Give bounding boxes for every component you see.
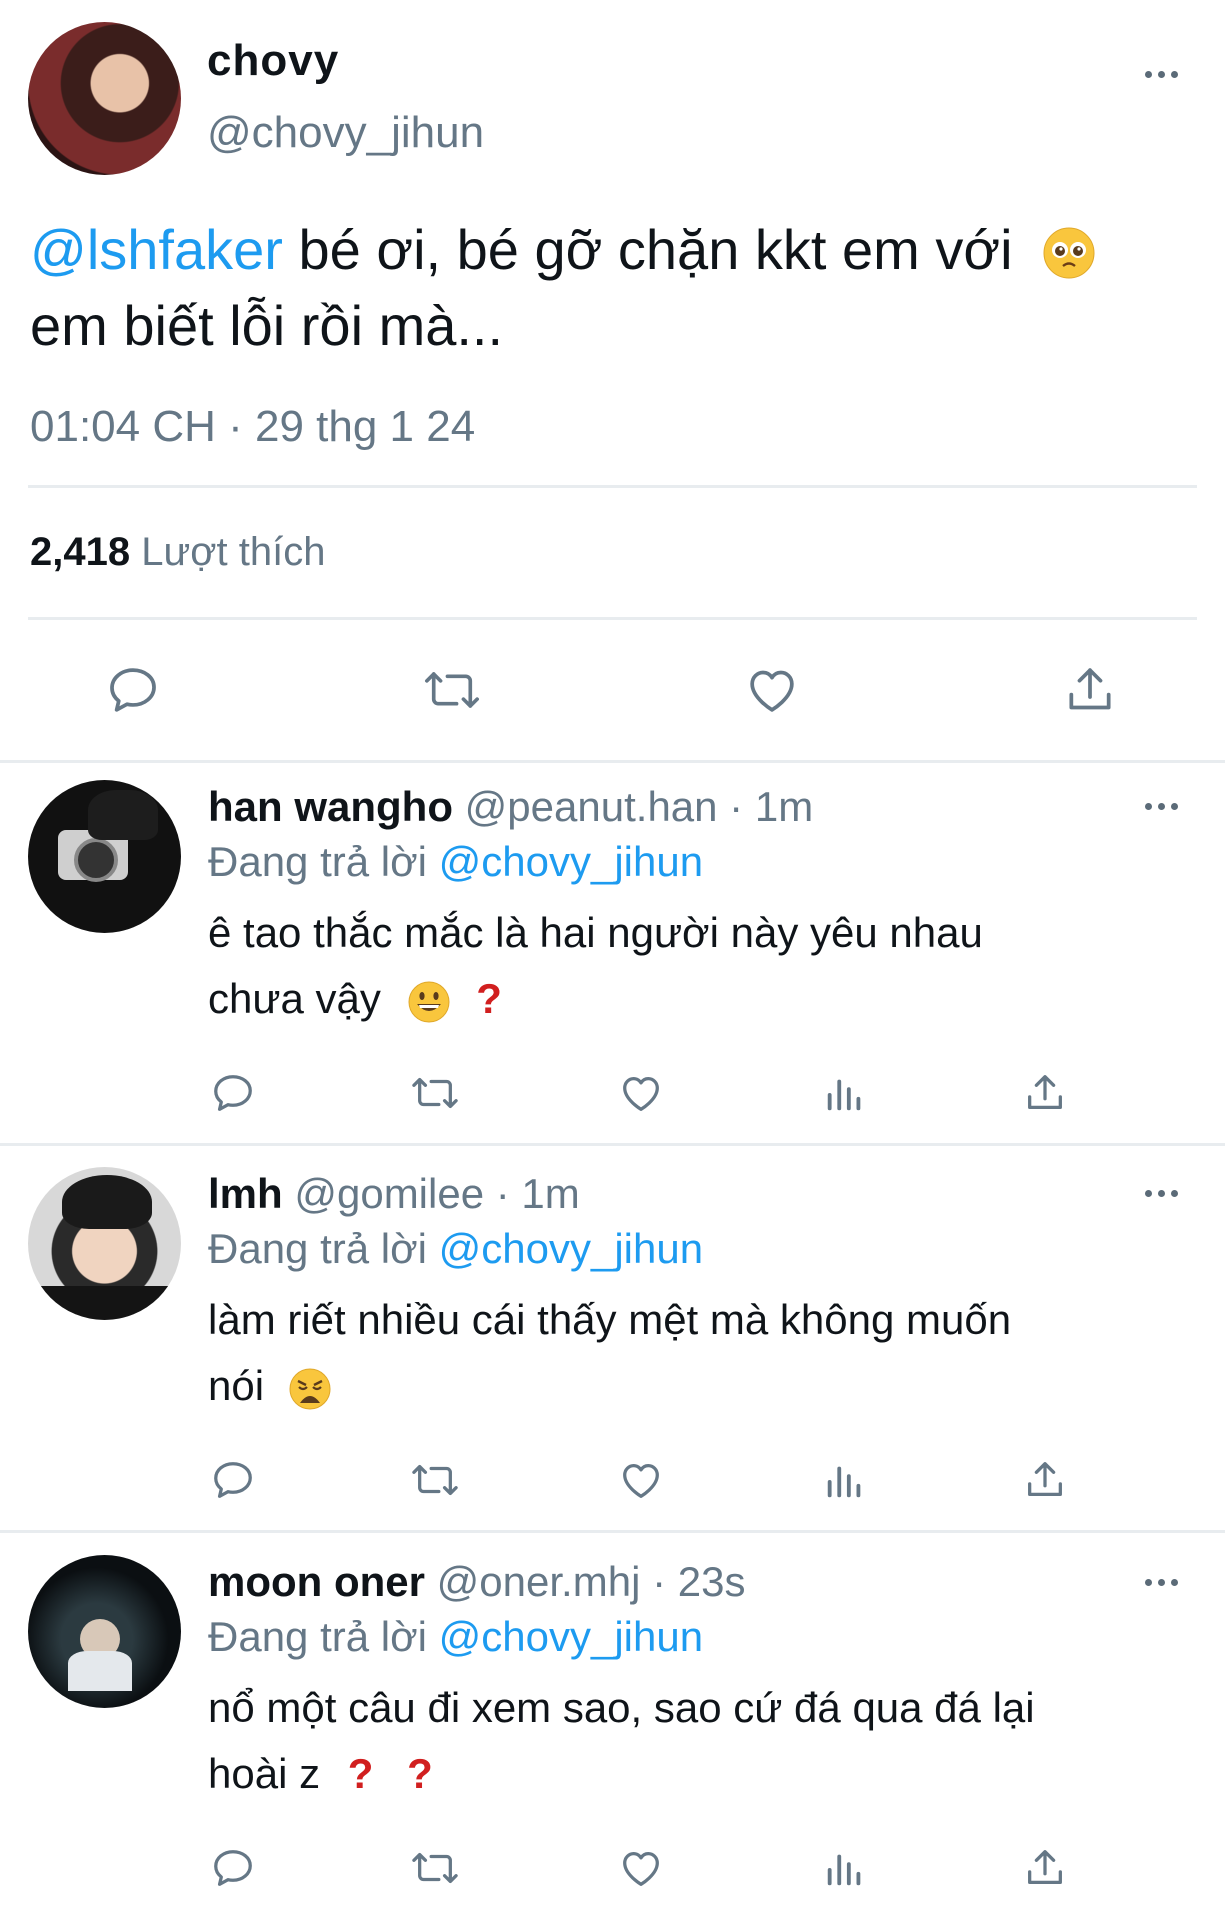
reply-text-line1: làm riết nhiều cái thấy mệt mà không muố… [208, 1296, 1012, 1343]
tweet-text: @lshfaker bé ơi, bé gỡ chặn kkt em với e… [30, 212, 1096, 364]
replying-to-label: Đang trả lời [208, 1225, 427, 1272]
reply-author-meta[interactable]: @peanut.han · 1m [465, 783, 814, 830]
reply-author-name[interactable]: han wangho [208, 783, 453, 830]
analytics-icon[interactable] [822, 1845, 868, 1891]
reply-author-name[interactable]: moon oner [208, 1558, 425, 1605]
analytics-icon[interactable] [822, 1457, 868, 1503]
reply-author-meta[interactable]: @oner.mhj · 23s [437, 1558, 746, 1605]
reply-avatar[interactable] [28, 1555, 181, 1708]
divider [28, 485, 1197, 488]
reply-icon[interactable] [210, 1845, 256, 1891]
weary-face-emoji [288, 1364, 332, 1410]
share-icon[interactable] [1022, 1845, 1068, 1891]
reply-header: moon oner @oner.mhj · 23s [208, 1558, 745, 1606]
likes-label: Lượt thích [141, 530, 326, 574]
replying-to-handle[interactable]: @chovy_jihun [439, 1225, 703, 1272]
section-divider [0, 1530, 1225, 1533]
grinning-face-emoji [407, 977, 451, 1023]
reply-author-meta[interactable]: @gomilee · 1m [294, 1170, 579, 1217]
reply-text-line1: ê tao thắc mắc là hai người này yêu nhau [208, 909, 983, 956]
like-icon[interactable] [617, 1845, 665, 1891]
tweet-text-line2: em biết lỗi rồi mà... [30, 294, 504, 357]
question-mark: ? [476, 975, 502, 1022]
reply-text-line2: nói [208, 1362, 265, 1409]
retweet-icon[interactable] [408, 1845, 462, 1891]
reply-icon[interactable] [105, 662, 161, 718]
reply-header: han wangho @peanut.han · 1m [208, 783, 813, 831]
pleading-face-emoji [1042, 223, 1096, 279]
more-options-icon[interactable] [1145, 803, 1178, 810]
replying-to: Đang trả lời @chovy_jihun [208, 1225, 703, 1273]
like-icon[interactable] [743, 662, 801, 718]
reply-header: lmh @gomilee · 1m [208, 1170, 580, 1218]
reply-text: ê tao thắc mắc là hai người này yêu nhau… [208, 900, 983, 1032]
author-name[interactable]: chovy [207, 36, 339, 86]
retweet-icon[interactable] [408, 1070, 462, 1116]
likes-stat[interactable]: 2,418 Lượt thích [30, 530, 325, 575]
author-avatar[interactable] [28, 22, 181, 175]
replying-to-handle[interactable]: @chovy_jihun [439, 838, 703, 885]
share-icon[interactable] [1022, 1070, 1068, 1116]
retweet-icon[interactable] [420, 662, 484, 718]
analytics-icon[interactable] [822, 1070, 868, 1116]
share-icon[interactable] [1062, 662, 1118, 718]
reply-text: nổ một câu đi xem sao, sao cứ đá qua đá … [208, 1675, 1035, 1807]
author-handle[interactable]: @chovy_jihun [207, 108, 484, 158]
reply-icon[interactable] [210, 1457, 256, 1503]
reply-avatar[interactable] [28, 780, 181, 933]
replying-to-handle[interactable]: @chovy_jihun [439, 1613, 703, 1660]
reply-text-line2: hoài z [208, 1750, 321, 1797]
section-divider [0, 760, 1225, 763]
share-icon[interactable] [1022, 1457, 1068, 1503]
replying-to: Đang trả lời @chovy_jihun [208, 838, 703, 886]
like-icon[interactable] [617, 1457, 665, 1503]
reply-text-line2: chưa vậy [208, 975, 381, 1022]
replying-to: Đang trả lời @chovy_jihun [208, 1613, 703, 1661]
more-options-icon[interactable] [1145, 71, 1178, 78]
retweet-icon[interactable] [408, 1457, 462, 1503]
tweet-text-line1: bé ơi, bé gỡ chặn kkt em với [282, 218, 1013, 281]
more-options-icon[interactable] [1145, 1190, 1178, 1197]
question-mark: ? [347, 1750, 374, 1797]
replying-to-label: Đang trả lời [208, 838, 427, 885]
more-options-icon[interactable] [1145, 1579, 1178, 1586]
tweet-timestamp[interactable]: 01:04 CH · 29 thg 1 24 [30, 402, 475, 452]
section-divider [0, 1143, 1225, 1146]
reply-icon[interactable] [210, 1070, 256, 1116]
reply-text: làm riết nhiều cái thấy mệt mà không muố… [208, 1287, 1011, 1419]
likes-count: 2,418 [30, 530, 131, 574]
divider [28, 617, 1197, 620]
reply-author-name[interactable]: lmh [208, 1170, 283, 1217]
like-icon[interactable] [617, 1070, 665, 1116]
question-mark: ? [407, 1750, 433, 1797]
mention-link[interactable]: @lshfaker [30, 218, 283, 281]
replying-to-label: Đang trả lời [208, 1613, 427, 1660]
reply-avatar[interactable] [28, 1167, 181, 1320]
reply-text-line1: nổ một câu đi xem sao, sao cứ đá qua đá … [208, 1684, 1035, 1731]
